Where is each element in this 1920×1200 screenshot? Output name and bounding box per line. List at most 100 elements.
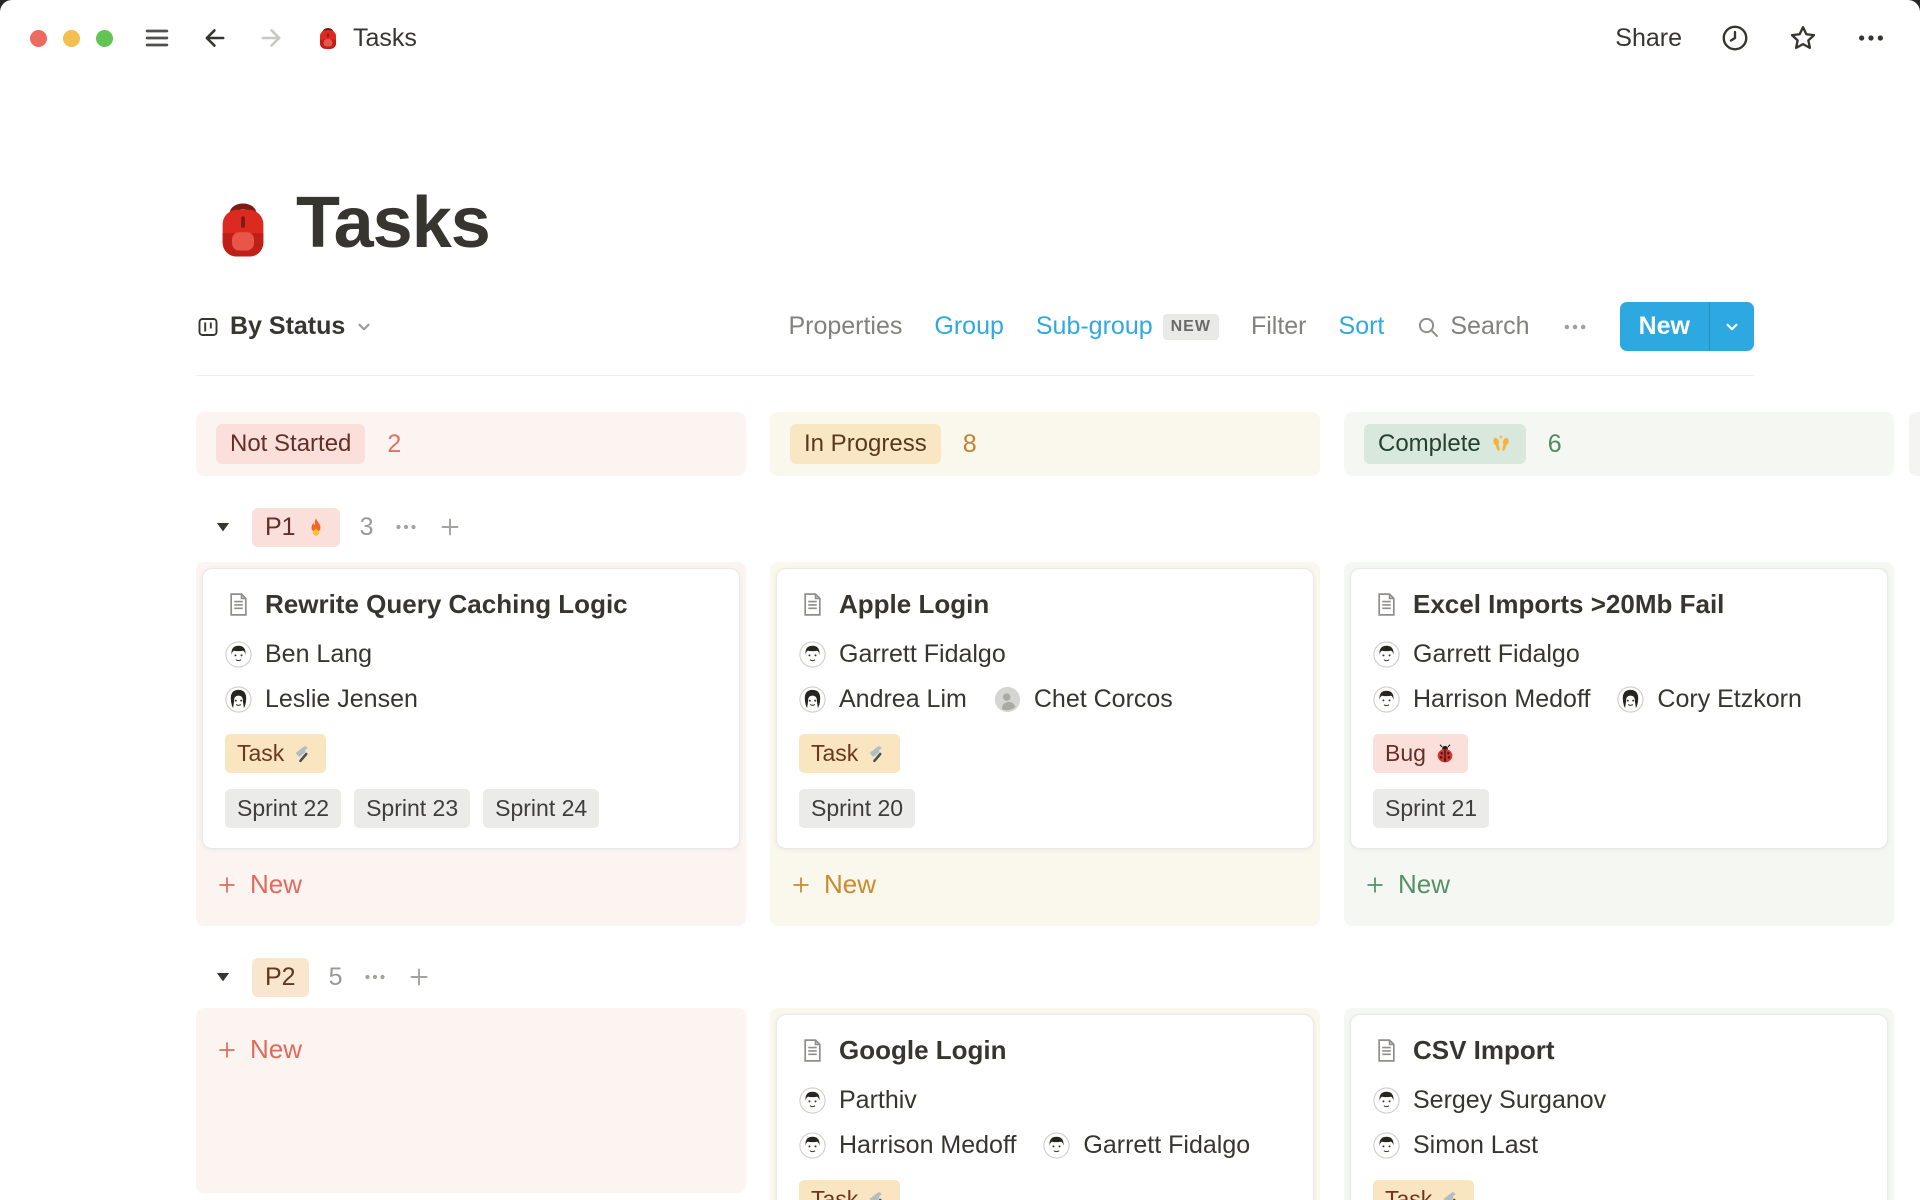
new-card-button[interactable]: New bbox=[202, 1014, 740, 1085]
traffic-lights bbox=[30, 30, 113, 47]
group-header-p2: P2 5 bbox=[196, 954, 1920, 1000]
group-add-icon[interactable] bbox=[438, 515, 462, 539]
avatar bbox=[799, 686, 826, 713]
card-title[interactable]: Apple Login bbox=[839, 589, 989, 620]
breadcrumb-title: Tasks bbox=[353, 24, 417, 53]
sprint-tag: Sprint 23 bbox=[354, 789, 470, 828]
view-controls-bar: By Status Properties Group Sub-group NEW… bbox=[196, 302, 1754, 376]
column-count: 8 bbox=[963, 430, 977, 459]
favorite-star-icon[interactable] bbox=[1788, 23, 1818, 53]
hammer-icon bbox=[866, 1189, 888, 1200]
task-card[interactable]: Rewrite Query Caching Logic Ben Lang Les… bbox=[202, 568, 740, 849]
page-title[interactable]: Tasks bbox=[296, 186, 490, 262]
new-card-button[interactable]: New bbox=[202, 849, 740, 920]
group-add-icon[interactable] bbox=[407, 965, 431, 989]
sprint-tag: Sprint 22 bbox=[225, 789, 341, 828]
share-button[interactable]: Share bbox=[1615, 24, 1682, 53]
search-button[interactable]: Search bbox=[1416, 312, 1529, 341]
person-name: Andrea Lim bbox=[839, 685, 967, 714]
person-name: Harrison Medoff bbox=[1413, 685, 1590, 714]
avatar bbox=[994, 686, 1021, 713]
person-name: Leslie Jensen bbox=[265, 685, 418, 714]
app-window: Tasks Share Tasks By Status Properties G… bbox=[0, 0, 1920, 1200]
new-dropdown-chevron-icon[interactable] bbox=[1723, 318, 1741, 336]
plus-icon bbox=[216, 874, 238, 896]
minimize-window-button[interactable] bbox=[63, 30, 80, 47]
avatar bbox=[1617, 686, 1644, 713]
card-title[interactable]: Rewrite Query Caching Logic bbox=[265, 589, 628, 620]
view-selector[interactable]: By Status bbox=[196, 312, 373, 341]
group-more-icon[interactable] bbox=[394, 515, 418, 539]
group-header-p1: P1 3 bbox=[196, 504, 1920, 550]
sprint-tag: Sprint 24 bbox=[483, 789, 599, 828]
group-more-icon[interactable] bbox=[363, 965, 387, 989]
backpack-icon bbox=[315, 25, 341, 51]
new-card-button[interactable]: New bbox=[1350, 849, 1888, 920]
sprint-tag: Sprint 20 bbox=[799, 789, 915, 828]
search-icon bbox=[1416, 315, 1440, 339]
task-card[interactable]: Excel Imports >20Mb Fail Garrett Fidalgo… bbox=[1350, 568, 1888, 849]
raised-hands-icon bbox=[1490, 433, 1512, 455]
subgroup-button[interactable]: Sub-group bbox=[1036, 312, 1153, 341]
board-view-icon bbox=[196, 315, 220, 339]
person-name: Sergey Surganov bbox=[1413, 1086, 1606, 1115]
card-title[interactable]: CSV Import bbox=[1413, 1035, 1555, 1066]
avatar bbox=[799, 641, 826, 668]
task-card[interactable]: Google Login Parthiv Harrison Medoff Gar… bbox=[776, 1014, 1314, 1200]
group-button[interactable]: Group bbox=[934, 312, 1003, 341]
history-clock-icon[interactable] bbox=[1720, 23, 1750, 53]
bug-tag: Bug bbox=[1373, 734, 1468, 773]
column-count: 6 bbox=[1548, 430, 1562, 459]
person-name: Harrison Medoff bbox=[839, 1131, 1016, 1160]
task-tag: Task bbox=[225, 734, 326, 773]
filter-button[interactable]: Filter bbox=[1251, 312, 1307, 341]
status-pill-in-progress[interactable]: In Progress bbox=[790, 424, 941, 464]
page-icon bbox=[1373, 591, 1400, 618]
status-pill-not-started[interactable]: Not Started bbox=[216, 424, 365, 464]
status-pill-complete[interactable]: Complete bbox=[1364, 424, 1526, 464]
new-card-button[interactable]: New bbox=[776, 849, 1314, 920]
hammer-icon bbox=[1440, 1189, 1462, 1200]
group-pill-p1[interactable]: P1 bbox=[252, 508, 340, 547]
avatar bbox=[225, 686, 252, 713]
properties-button[interactable]: Properties bbox=[788, 312, 902, 341]
new-page-button[interactable]: New bbox=[1620, 302, 1754, 351]
card-title[interactable]: Google Login bbox=[839, 1035, 1007, 1066]
card-title[interactable]: Excel Imports >20Mb Fail bbox=[1413, 589, 1724, 620]
ladybug-icon bbox=[1434, 743, 1456, 765]
fire-icon bbox=[305, 516, 327, 538]
more-options-icon[interactable] bbox=[1856, 23, 1886, 53]
close-window-button[interactable] bbox=[30, 30, 47, 47]
hammer-icon bbox=[866, 743, 888, 765]
task-card[interactable]: Apple Login Garrett Fidalgo Andrea Lim C… bbox=[776, 568, 1314, 849]
group-pill-p2[interactable]: P2 bbox=[252, 958, 309, 997]
collapse-triangle-icon[interactable] bbox=[214, 968, 232, 986]
chevron-down-icon bbox=[355, 318, 373, 336]
page-icon bbox=[799, 1037, 826, 1064]
collapse-triangle-icon[interactable] bbox=[214, 518, 232, 536]
sidebar-menu-icon[interactable] bbox=[143, 24, 171, 52]
sort-button[interactable]: Sort bbox=[1339, 312, 1385, 341]
add-group-button[interactable] bbox=[1909, 412, 1920, 476]
group-count: 3 bbox=[360, 513, 374, 542]
hammer-icon bbox=[292, 743, 314, 765]
search-label: Search bbox=[1450, 312, 1529, 341]
page-icon bbox=[225, 591, 252, 618]
page-backpack-icon[interactable] bbox=[210, 196, 276, 262]
person-name: Ben Lang bbox=[265, 640, 372, 669]
task-card[interactable]: CSV Import Sergey Surganov Simon Last Ta… bbox=[1350, 1014, 1888, 1200]
avatar bbox=[1373, 641, 1400, 668]
avatar bbox=[1373, 686, 1400, 713]
person-name: Garrett Fidalgo bbox=[1413, 640, 1580, 669]
plus-icon bbox=[216, 1039, 238, 1061]
new-button-label: New bbox=[1620, 302, 1709, 351]
view-more-icon[interactable] bbox=[1562, 314, 1588, 340]
zoom-window-button[interactable] bbox=[96, 30, 113, 47]
column-count: 2 bbox=[387, 430, 401, 459]
avatar bbox=[799, 1132, 826, 1159]
breadcrumb[interactable]: Tasks bbox=[315, 24, 417, 53]
person-name: Parthiv bbox=[839, 1086, 917, 1115]
back-icon[interactable] bbox=[201, 24, 229, 52]
person-name: Garrett Fidalgo bbox=[839, 640, 1006, 669]
avatar bbox=[225, 641, 252, 668]
